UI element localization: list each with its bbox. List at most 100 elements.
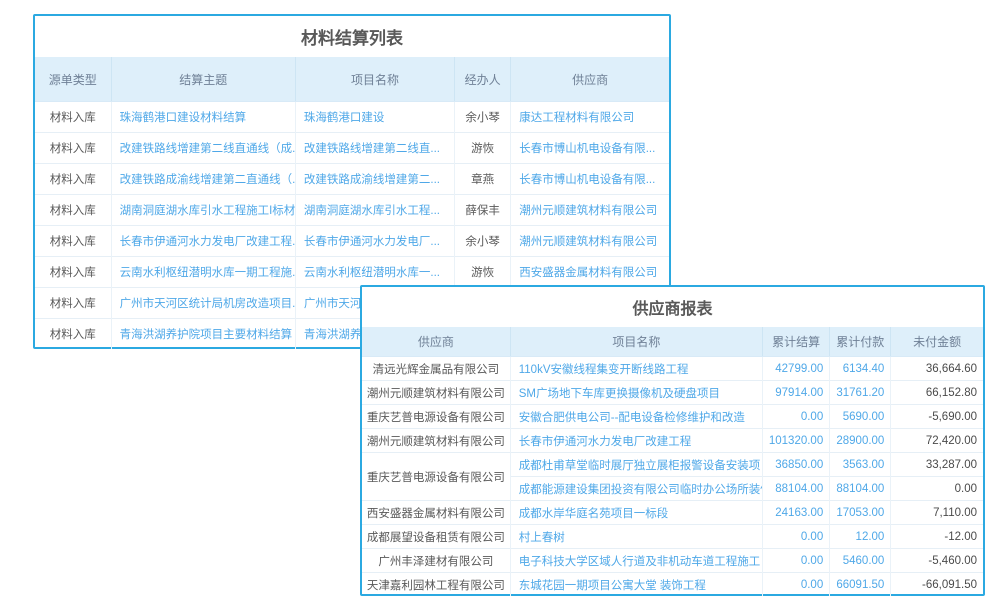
- settlement-subject-link[interactable]: 珠海鹤港口建设材料结算: [111, 102, 295, 133]
- settlement-table-title: 材料结算列表: [35, 16, 669, 57]
- total-settled-cell[interactable]: 36850.00: [763, 453, 830, 477]
- project-name-link[interactable]: 村上春树: [510, 525, 762, 549]
- supplier-cell: 成都展望设备租赁有限公司: [362, 525, 510, 549]
- col-total-paid: 累计付款: [830, 327, 891, 357]
- supplier-cell: 重庆艺普电源设备有限公司: [362, 405, 510, 429]
- project-name-link[interactable]: 湖南洞庭湖水库引水工程...: [295, 195, 454, 226]
- settlement-subject-link[interactable]: 广州市天河区统计局机房改造项目...: [111, 288, 295, 319]
- supplier-table: 供应商 项目名称 累计结算 累计付款 未付金额 清远光辉金属品有限公司 110k…: [362, 327, 983, 596]
- col-project-name: 项目名称: [510, 327, 762, 357]
- total-settled-cell[interactable]: 101320.00: [763, 429, 830, 453]
- table-row: 成都展望设备租赁有限公司 村上春树 0.00 12.00 -12.00: [362, 525, 983, 549]
- table-row: 重庆艺普电源设备有限公司 成都杜甫草堂临时展厅独立展柜报警设备安装项目 3685…: [362, 453, 983, 477]
- settlement-subject-link[interactable]: 云南水利枢纽潜明水库一期工程施...: [111, 257, 295, 288]
- handler-cell: 章燕: [455, 164, 511, 195]
- handler-cell: 游恢: [455, 257, 511, 288]
- total-settled-cell[interactable]: 97914.00: [763, 381, 830, 405]
- report-page: 材料结算列表 源单类型 结算主题 项目名称 经办人 供应商 材料入库 珠海鹤港口…: [0, 0, 1000, 600]
- supplier-link[interactable]: 长春市博山机电设备有限...: [511, 164, 669, 195]
- total-settled-cell[interactable]: 0.00: [763, 573, 830, 597]
- total-paid-cell[interactable]: 12.00: [830, 525, 891, 549]
- col-supplier: 供应商: [511, 57, 669, 102]
- source-type-cell: 材料入库: [35, 226, 111, 257]
- project-name-link[interactable]: 110kV安徽线程集变开断线路工程: [510, 357, 762, 381]
- total-paid-cell[interactable]: 31761.20: [830, 381, 891, 405]
- source-type-cell: 材料入库: [35, 195, 111, 226]
- project-name-link[interactable]: 安徽合肥供电公司--配电设备检修维护和改造: [510, 405, 762, 429]
- settlement-subject-link[interactable]: 改建铁路成渝线增建第二直通线（...: [111, 164, 295, 195]
- supplier-cell-merged: 重庆艺普电源设备有限公司: [362, 453, 510, 501]
- source-type-cell: 材料入库: [35, 102, 111, 133]
- project-name-link[interactable]: 成都能源建设集团投资有限公司临时办公场所装修: [510, 477, 762, 501]
- total-paid-cell[interactable]: 28900.00: [830, 429, 891, 453]
- project-name-link[interactable]: 长春市伊通河水力发电厂...: [295, 226, 454, 257]
- col-project-name: 项目名称: [295, 57, 454, 102]
- table-row: 材料入库 云南水利枢纽潜明水库一期工程施... 云南水利枢纽潜明水库一... 游…: [35, 257, 669, 288]
- total-settled-cell[interactable]: 42799.00: [763, 357, 830, 381]
- col-handler: 经办人: [455, 57, 511, 102]
- unpaid-amount-cell: 72,420.00: [891, 429, 983, 453]
- project-name-link[interactable]: 电子科技大学区域人行道及非机动车道工程施工: [510, 549, 762, 573]
- table-row: 重庆艺普电源设备有限公司 安徽合肥供电公司--配电设备检修维护和改造 0.00 …: [362, 405, 983, 429]
- settlement-subject-link[interactable]: 长春市伊通河水力发电厂改建工程...: [111, 226, 295, 257]
- supplier-cell: 广州丰泽建材有限公司: [362, 549, 510, 573]
- source-type-cell: 材料入库: [35, 257, 111, 288]
- project-name-link[interactable]: 成都水岸华庭名苑项目一标段: [510, 501, 762, 525]
- project-name-link[interactable]: 改建铁路线增建第二线直...: [295, 133, 454, 164]
- total-settled-cell[interactable]: 0.00: [763, 525, 830, 549]
- supplier-link[interactable]: 长春市博山机电设备有限...: [511, 133, 669, 164]
- settlement-subject-link[interactable]: 青海洪湖养护院项目主要材料结算: [111, 319, 295, 350]
- col-source-type: 源单类型: [35, 57, 111, 102]
- supplier-link[interactable]: 康达工程材料有限公司: [511, 102, 669, 133]
- table-row: 天津嘉利园林工程有限公司 东城花园一期项目公寓大堂 装饰工程 0.00 6609…: [362, 573, 983, 597]
- table-row: 广州丰泽建材有限公司 电子科技大学区域人行道及非机动车道工程施工 0.00 54…: [362, 549, 983, 573]
- project-name-link[interactable]: 长春市伊通河水力发电厂改建工程: [510, 429, 762, 453]
- col-settlement-subject: 结算主题: [111, 57, 295, 102]
- supplier-cell: 潮州元顺建筑材料有限公司: [362, 381, 510, 405]
- total-paid-cell[interactable]: 66091.50: [830, 573, 891, 597]
- handler-cell: 薛保丰: [455, 195, 511, 226]
- table-row: 材料入库 湖南洞庭湖水库引水工程施工I标材... 湖南洞庭湖水库引水工程... …: [35, 195, 669, 226]
- project-name-link[interactable]: 云南水利枢纽潜明水库一...: [295, 257, 454, 288]
- supplier-cell: 清远光辉金属品有限公司: [362, 357, 510, 381]
- handler-cell: 余小琴: [455, 226, 511, 257]
- table-row: 清远光辉金属品有限公司 110kV安徽线程集变开断线路工程 42799.00 6…: [362, 357, 983, 381]
- col-unpaid-amount: 未付金额: [891, 327, 983, 357]
- supplier-link[interactable]: 潮州元顺建筑材料有限公司: [511, 226, 669, 257]
- source-type-cell: 材料入库: [35, 133, 111, 164]
- supplier-header-row: 供应商 项目名称 累计结算 累计付款 未付金额: [362, 327, 983, 357]
- total-settled-cell[interactable]: 0.00: [763, 405, 830, 429]
- total-paid-cell[interactable]: 17053.00: [830, 501, 891, 525]
- supplier-link[interactable]: 潮州元顺建筑材料有限公司: [511, 195, 669, 226]
- total-paid-cell[interactable]: 5690.00: [830, 405, 891, 429]
- total-settled-cell[interactable]: 0.00: [763, 549, 830, 573]
- total-paid-cell[interactable]: 5460.00: [830, 549, 891, 573]
- total-paid-cell[interactable]: 6134.40: [830, 357, 891, 381]
- total-paid-cell[interactable]: 88104.00: [830, 477, 891, 501]
- project-name-link[interactable]: 东城花园一期项目公寓大堂 装饰工程: [510, 573, 762, 597]
- handler-cell: 游恢: [455, 133, 511, 164]
- settlement-subject-link[interactable]: 湖南洞庭湖水库引水工程施工I标材...: [111, 195, 295, 226]
- col-total-settled: 累计结算: [763, 327, 830, 357]
- project-name-link[interactable]: SM广场地下车库更换摄像机及硬盘项目: [510, 381, 762, 405]
- project-name-link[interactable]: 珠海鹤港口建设: [295, 102, 454, 133]
- total-settled-cell[interactable]: 88104.00: [763, 477, 830, 501]
- total-paid-cell[interactable]: 3563.00: [830, 453, 891, 477]
- unpaid-amount-cell: 66,152.80: [891, 381, 983, 405]
- supplier-table-title: 供应商报表: [362, 287, 983, 327]
- settlement-subject-link[interactable]: 改建铁路线增建第二线直通线（成...: [111, 133, 295, 164]
- col-supplier: 供应商: [362, 327, 510, 357]
- unpaid-amount-cell: 33,287.00: [891, 453, 983, 477]
- project-name-link[interactable]: 成都杜甫草堂临时展厅独立展柜报警设备安装项目: [510, 453, 762, 477]
- handler-cell: 余小琴: [455, 102, 511, 133]
- supplier-report-table: 供应商报表 供应商 项目名称 累计结算 累计付款 未付金额 清远光辉金属品有限公…: [360, 285, 985, 596]
- unpaid-amount-cell: -66,091.50: [891, 573, 983, 597]
- unpaid-amount-cell: 36,664.60: [891, 357, 983, 381]
- unpaid-amount-cell: -5,460.00: [891, 549, 983, 573]
- table-row: 材料入库 改建铁路线增建第二线直通线（成... 改建铁路线增建第二线直... 游…: [35, 133, 669, 164]
- table-row: 潮州元顺建筑材料有限公司 长春市伊通河水力发电厂改建工程 101320.00 2…: [362, 429, 983, 453]
- supplier-link[interactable]: 西安盛器金属材料有限公司: [511, 257, 669, 288]
- total-settled-cell[interactable]: 24163.00: [763, 501, 830, 525]
- project-name-link[interactable]: 改建铁路成渝线增建第二...: [295, 164, 454, 195]
- table-row: 材料入库 珠海鹤港口建设材料结算 珠海鹤港口建设 余小琴 康达工程材料有限公司: [35, 102, 669, 133]
